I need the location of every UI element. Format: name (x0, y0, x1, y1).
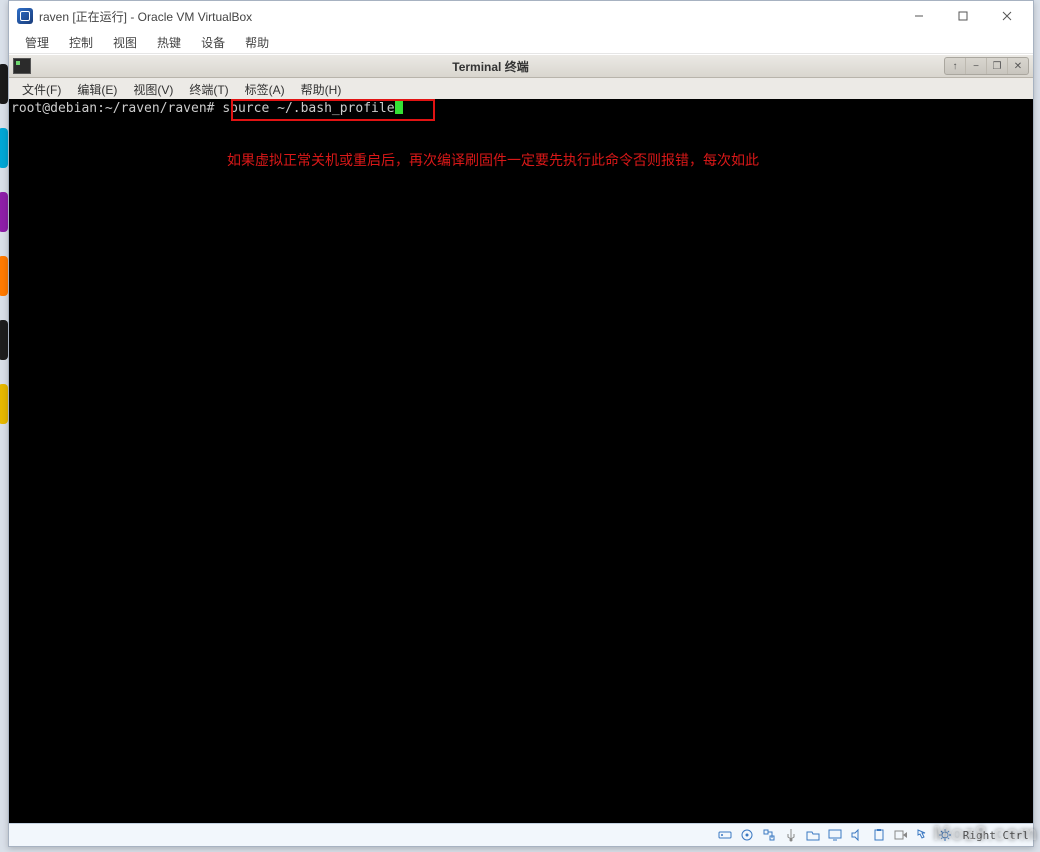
vbox-menu-view[interactable]: 视图 (105, 32, 145, 53)
vbox-menu-devices[interactable]: 设备 (193, 32, 233, 53)
terminal-content[interactable]: root@debian:~/raven/raven# source ~/.bas… (9, 99, 1033, 821)
annotation-text: 如果虚拟正常关机或重启后，再次编译刷固件一定要先执行此命令否则报错，每次如此 (227, 153, 759, 168)
term-menu-edit[interactable]: 编辑(E) (70, 79, 124, 100)
vbox-menu-hotkey[interactable]: 热键 (149, 32, 189, 53)
terminal-window: Terminal 终端 ↑ − ❐ ✕ 文件(F) 编辑(E) 视图(V) 终端… (9, 55, 1033, 821)
shared-folder-icon[interactable] (805, 827, 821, 843)
optical-icon[interactable] (739, 827, 755, 843)
shell-prompt: root@debian:~/raven/raven# (11, 101, 222, 116)
terminal-titlebar[interactable]: Terminal 终端 ↑ − ❐ ✕ (9, 55, 1033, 78)
terminal-maximize-button[interactable]: ❐ (987, 58, 1008, 74)
terminal-title-text: Terminal 终端 (37, 58, 944, 75)
shell-line[interactable]: root@debian:~/raven/raven# source ~/.bas… (9, 99, 1033, 117)
terminal-menubar[interactable]: 文件(F) 编辑(E) 视图(V) 终端(T) 标签(A) 帮助(H) (9, 78, 1033, 101)
hdd-icon[interactable] (717, 827, 733, 843)
term-menu-tabs[interactable]: 标签(A) (238, 79, 292, 100)
mouse-capture-icon[interactable] (915, 827, 931, 843)
term-menu-terminal[interactable]: 终端(T) (182, 79, 235, 100)
term-menu-view[interactable]: 视图(V) (126, 79, 180, 100)
terminal-close-button[interactable]: ✕ (1008, 58, 1028, 74)
clipboard-icon[interactable] (871, 827, 887, 843)
watermark-text: Moz8.com (933, 823, 1038, 846)
window-maximize-button[interactable] (941, 2, 985, 30)
vbox-menu-help[interactable]: 帮助 (237, 32, 277, 53)
term-menu-file[interactable]: 文件(F) (15, 79, 68, 100)
terminal-rollup-button[interactable]: ↑ (945, 58, 966, 74)
terminal-window-controls: ↑ − ❐ ✕ (944, 57, 1029, 75)
window-minimize-button[interactable] (897, 2, 941, 30)
virtualbox-title-text: raven [正在运行] - Oracle VM VirtualBox (39, 8, 897, 25)
virtualbox-titlebar[interactable]: raven [正在运行] - Oracle VM VirtualBox (9, 1, 1033, 31)
audio-icon[interactable] (849, 827, 865, 843)
window-close-button[interactable] (985, 2, 1029, 30)
host-desktop-left-strip (0, 40, 8, 852)
virtualbox-window: raven [正在运行] - Oracle VM VirtualBox 管理 控… (8, 0, 1034, 847)
terminal-icon (13, 58, 31, 74)
guest-desktop: Terminal 终端 ↑ − ❐ ✕ 文件(F) 编辑(E) 视图(V) 终端… (9, 55, 1033, 824)
virtualbox-statusbar: Right Ctrl (9, 823, 1033, 846)
virtualbox-menubar[interactable]: 管理 控制 视图 热键 设备 帮助 (9, 31, 1033, 54)
virtualbox-icon (17, 8, 33, 24)
term-menu-help[interactable]: 帮助(H) (294, 79, 349, 100)
network-icon[interactable] (761, 827, 777, 843)
record-icon[interactable] (893, 827, 909, 843)
display-icon[interactable] (827, 827, 843, 843)
usb-icon[interactable] (783, 827, 799, 843)
terminal-minimize-button[interactable]: − (966, 58, 987, 74)
highlight-rectangle (231, 99, 435, 121)
vbox-menu-control[interactable]: 控制 (61, 32, 101, 53)
vbox-menu-manage[interactable]: 管理 (17, 32, 57, 53)
